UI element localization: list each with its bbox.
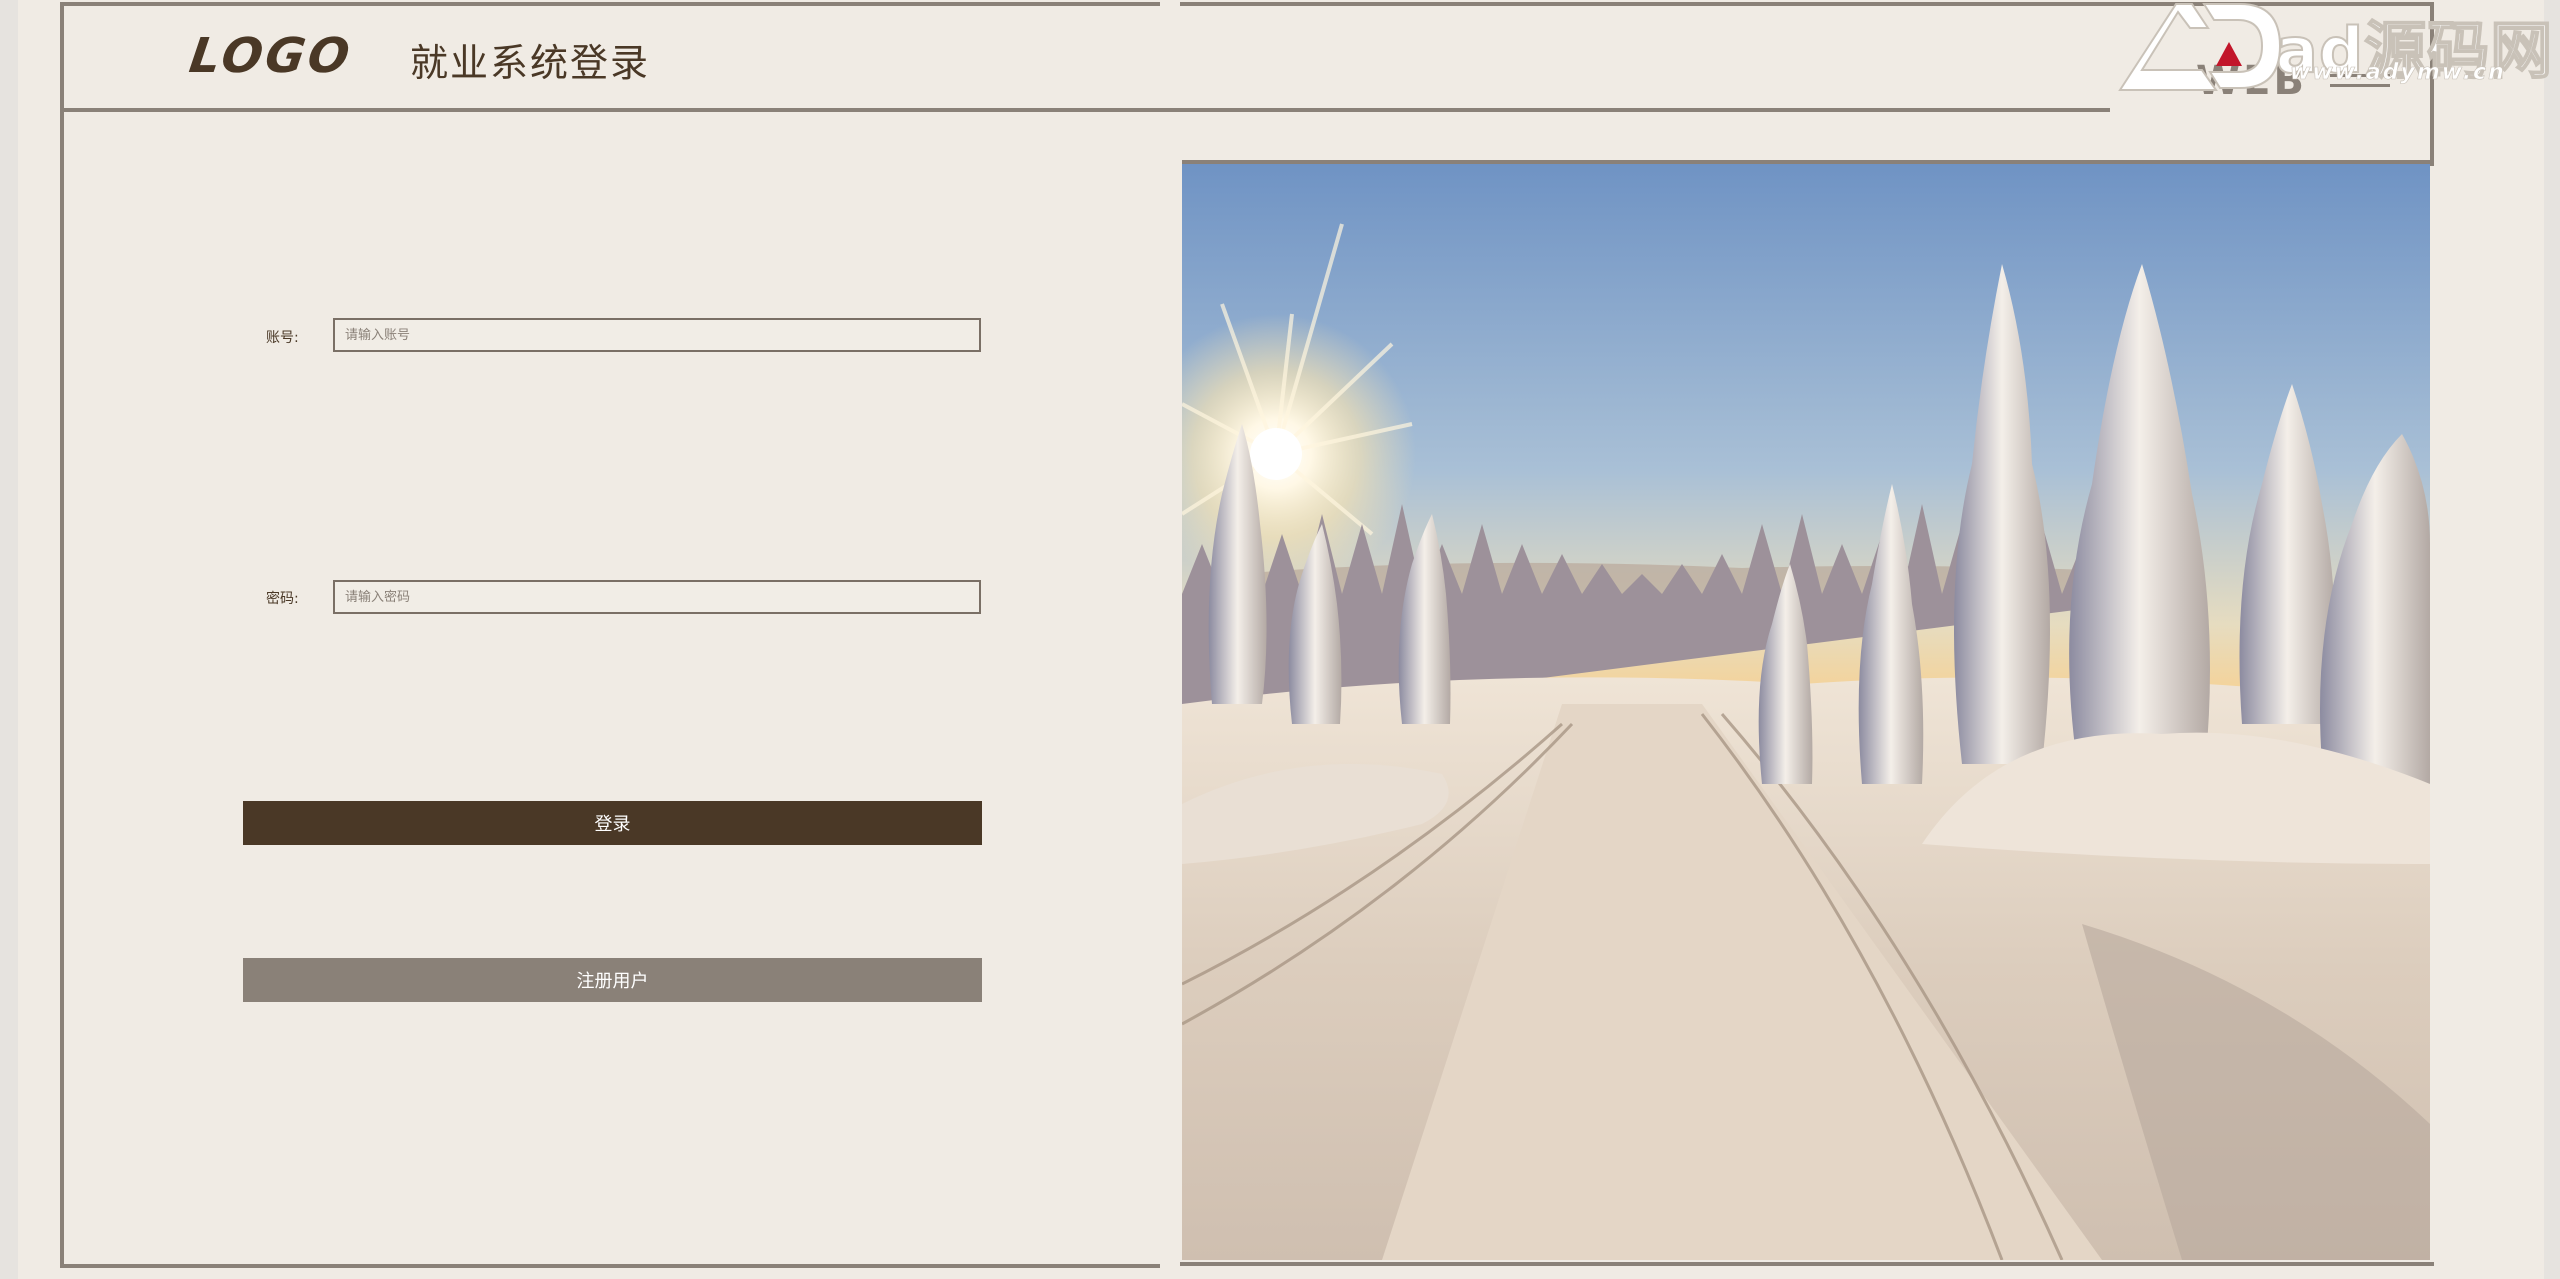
- frame-top-left: [60, 2, 1160, 6]
- password-label: 密码:: [266, 591, 299, 607]
- logo: LOGO: [186, 28, 356, 84]
- login-button[interactable]: 登录: [243, 801, 982, 845]
- page-edge-right: [2544, 0, 2560, 1279]
- register-button[interactable]: 注册用户: [243, 958, 982, 1002]
- header-divider: [60, 108, 2110, 112]
- frame-left: [60, 2, 64, 1268]
- frame-bottom-right: [1180, 1262, 2434, 1266]
- password-input[interactable]: [333, 580, 981, 614]
- account-input[interactable]: [333, 318, 981, 352]
- account-label: 账号:: [266, 330, 299, 346]
- watermark-url: www.adymw.cn: [2290, 60, 2506, 86]
- page-edge-left: [0, 0, 18, 1279]
- hero-image: [1182, 160, 2430, 1260]
- page-title: 就业系统登录: [410, 41, 651, 85]
- frame-bottom-left: [60, 1264, 1160, 1268]
